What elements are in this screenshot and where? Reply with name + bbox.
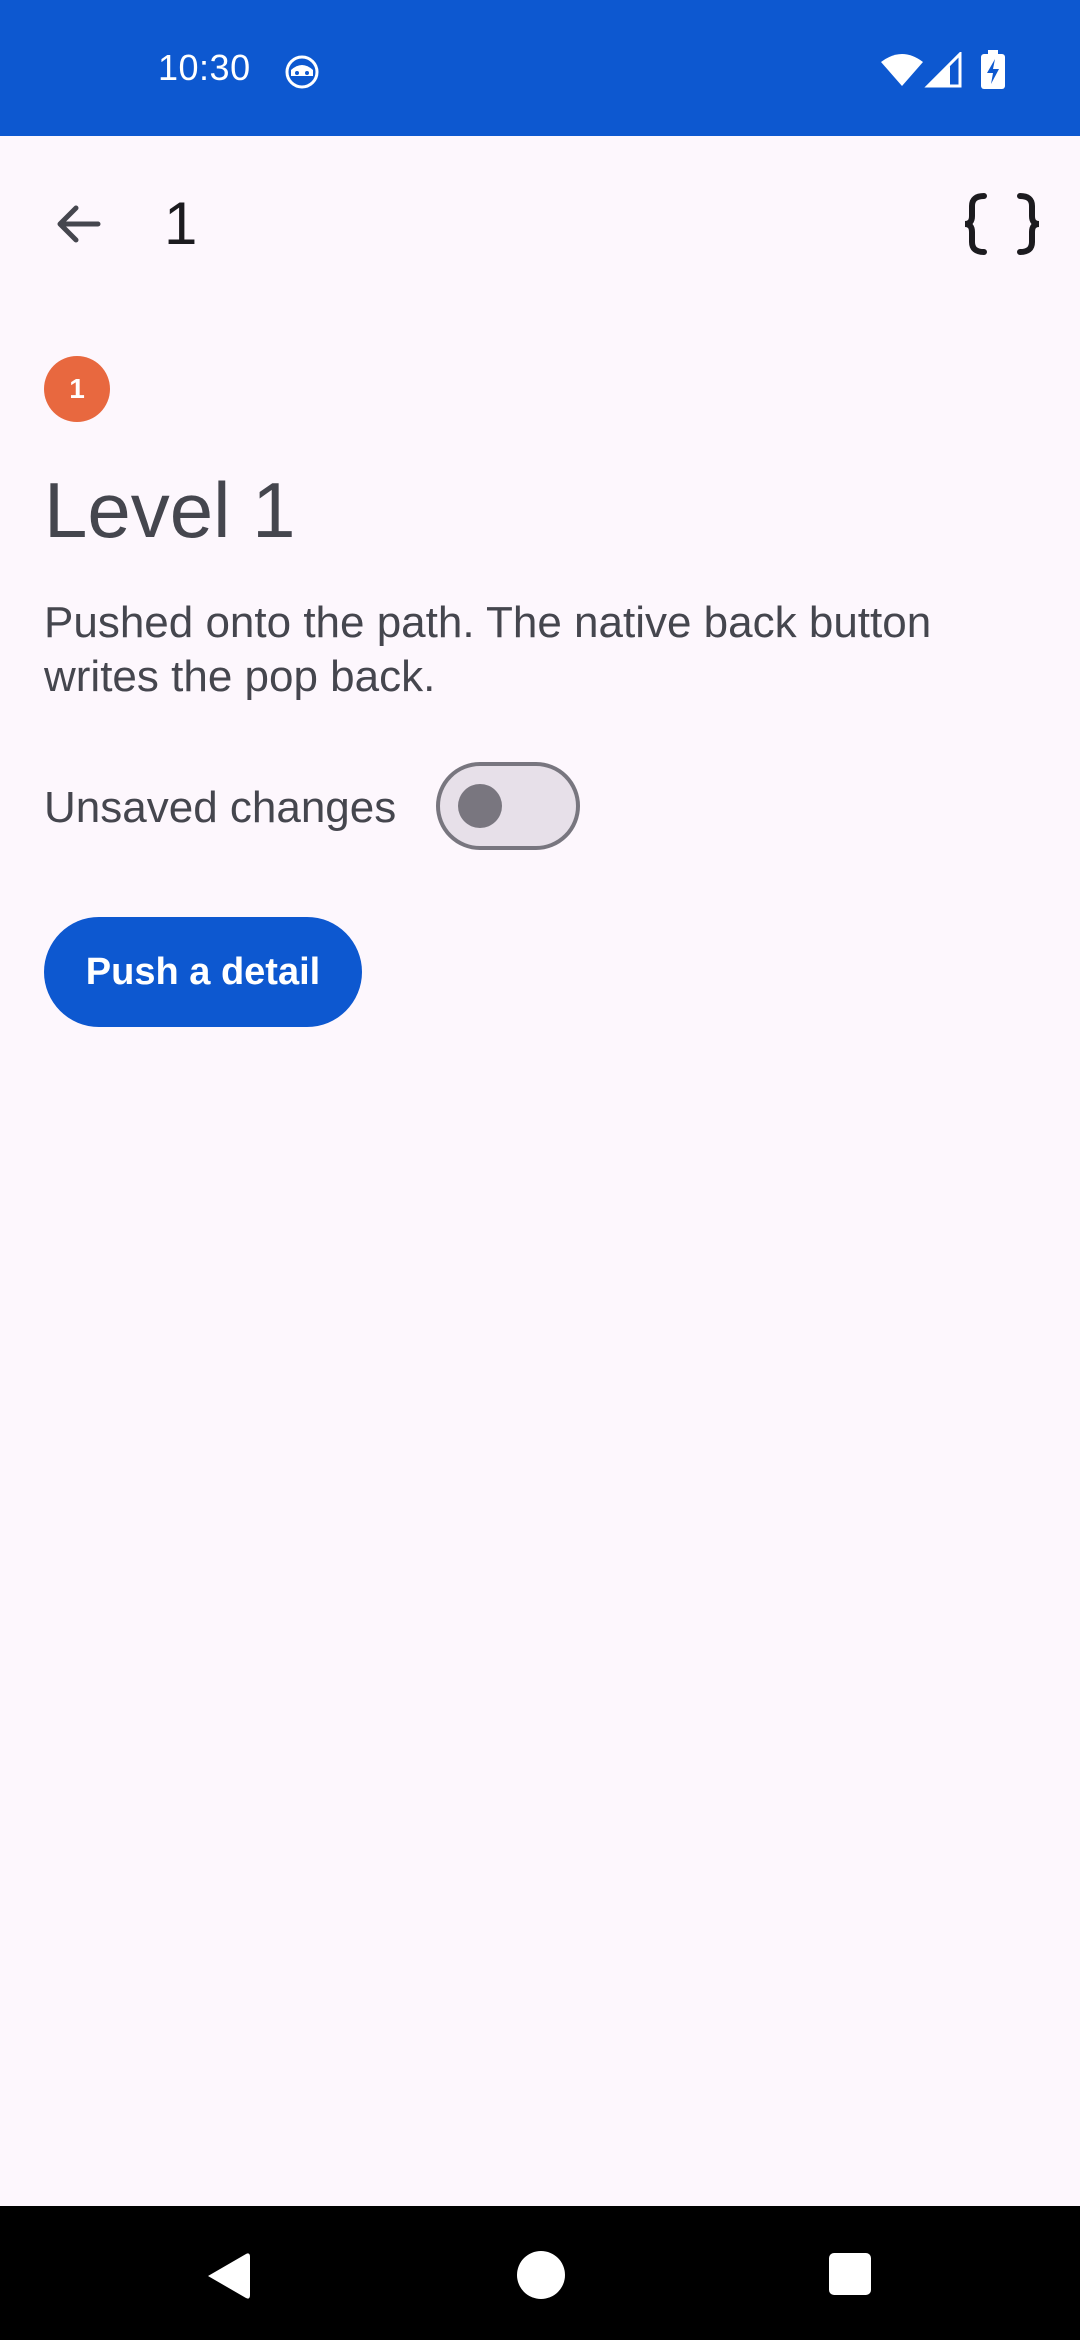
code-braces-icon bbox=[964, 193, 1040, 255]
app-notification-icon bbox=[285, 55, 319, 89]
navigation-bar bbox=[0, 2206, 1080, 2340]
level-badge: 1 bbox=[44, 356, 110, 422]
status-bar: 10:30 bbox=[0, 0, 1080, 136]
push-detail-button[interactable]: Push a detail bbox=[44, 917, 362, 1027]
wifi-icon bbox=[881, 54, 923, 86]
battery-charging-icon bbox=[981, 50, 1005, 89]
back-button[interactable] bbox=[28, 174, 128, 274]
switch-thumb bbox=[458, 784, 502, 828]
arrow-back-icon bbox=[57, 205, 101, 243]
status-time: 10:30 bbox=[158, 47, 251, 88]
cell-signal-icon bbox=[924, 52, 962, 88]
nav-recents-icon[interactable] bbox=[828, 2252, 872, 2296]
nav-home-icon[interactable] bbox=[516, 2250, 566, 2300]
nav-back-icon[interactable] bbox=[202, 2250, 254, 2302]
app-bar-title: 1 bbox=[164, 190, 198, 257]
page-heading: Level 1 bbox=[44, 466, 296, 554]
page-description: Pushed onto the path. The native back bu… bbox=[44, 598, 932, 701]
unsaved-changes-switch[interactable] bbox=[436, 762, 580, 850]
top-app-bar: 1 bbox=[0, 136, 1080, 312]
unsaved-changes-label: Unsaved changes bbox=[44, 783, 397, 832]
code-button[interactable] bbox=[952, 174, 1052, 274]
